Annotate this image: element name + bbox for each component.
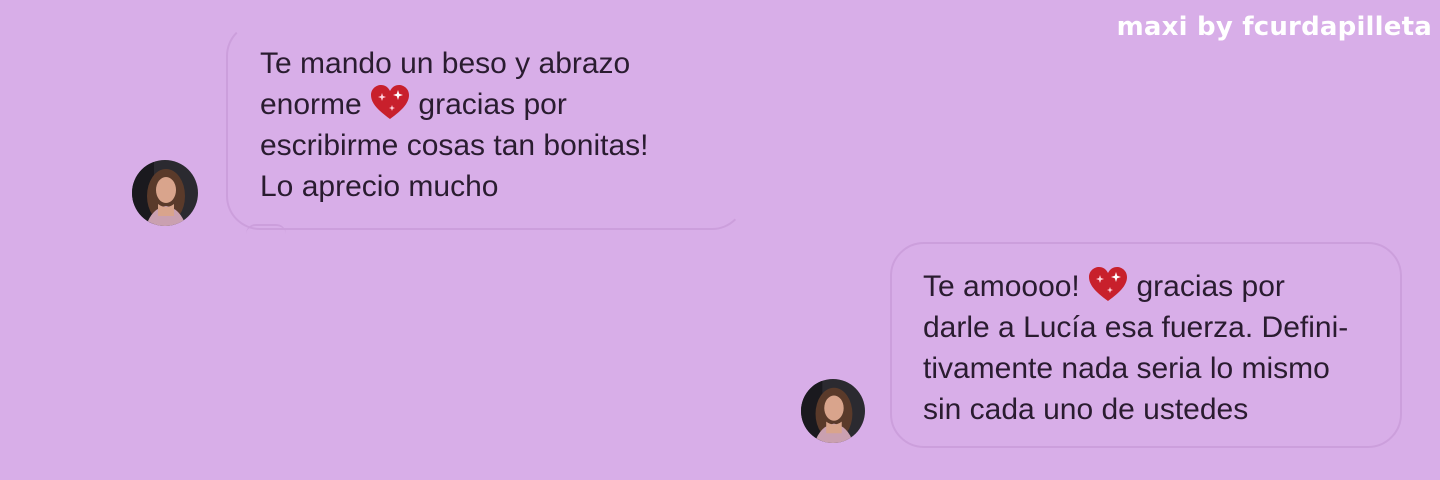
message-text: gracias por xyxy=(1136,270,1285,303)
sparkling-heart-icon xyxy=(1088,267,1128,303)
avatar-photo xyxy=(132,160,198,226)
sparkling-heart-icon xyxy=(370,85,410,121)
message-bubble[interactable]: Te amoooo! gracias por darle a Lucía esa… xyxy=(890,242,1402,448)
message-text: Te amoooo! xyxy=(923,270,1080,303)
message-text: tivamente nada seria lo mismo xyxy=(923,352,1330,385)
message-text: sin cada uno de ustedes xyxy=(923,393,1249,426)
message-text: Lo aprecio mucho xyxy=(260,170,499,203)
avatar[interactable] xyxy=(801,379,865,443)
message-text: escribirme cosas tan bonitas! xyxy=(260,129,649,162)
avatar-photo xyxy=(801,379,865,443)
message-text: darle a Lucía esa fuerza. Defini- xyxy=(923,311,1349,344)
bubble-tail xyxy=(246,224,286,234)
message-text: Te mando un beso y abrazo xyxy=(260,47,631,80)
message-bubble[interactable]: Te mando un beso y abrazo enorme gracias… xyxy=(226,22,746,230)
message-text: gracias por xyxy=(418,88,567,121)
avatar[interactable] xyxy=(132,160,198,226)
watermark-text: maxi by fcurdapilleta xyxy=(1116,12,1432,42)
message-text: enorme xyxy=(260,88,362,121)
